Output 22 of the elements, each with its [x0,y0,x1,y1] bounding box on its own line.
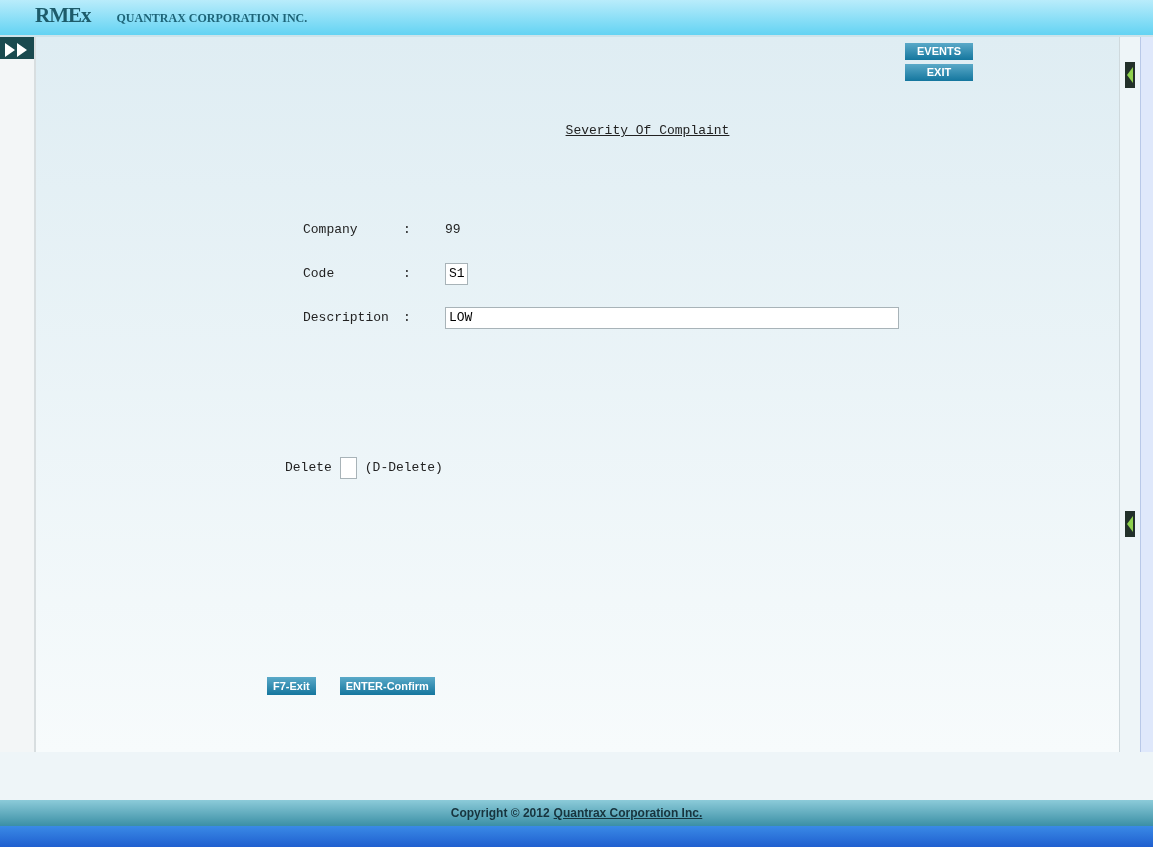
action-button[interactable]: F7-Exit [267,676,316,695]
field-value: 99 [445,220,461,239]
copyright-text: Copyright © 2012 [450,805,550,822]
separator-colon: : [403,308,412,327]
field-label: Code [303,264,336,283]
company-name: QUANTRAX CORPORATION INC. [116,10,308,27]
toolbar-button[interactable]: EXIT [905,64,973,81]
delete-field[interactable] [339,456,357,479]
field-label: Description [303,308,390,327]
form-title: Severity Of Complaint [564,122,731,140]
separator-colon: : [403,264,412,283]
app-logo: RMEx [35,1,91,29]
description-field[interactable]: LOW [445,306,899,329]
separator-colon: : [403,220,412,239]
delete-label: Delete [285,458,332,477]
company-link[interactable]: Quantrax Corporation Inc. [553,804,703,822]
expand-button[interactable] [0,37,34,59]
action-button[interactable]: ENTER-Confirm [339,676,435,695]
toolbar-button[interactable]: EVENTS [905,43,973,60]
field-label: Company [303,220,359,239]
delete-hint: (D-Delete) [364,458,443,477]
code-field[interactable]: S1 [445,262,468,285]
